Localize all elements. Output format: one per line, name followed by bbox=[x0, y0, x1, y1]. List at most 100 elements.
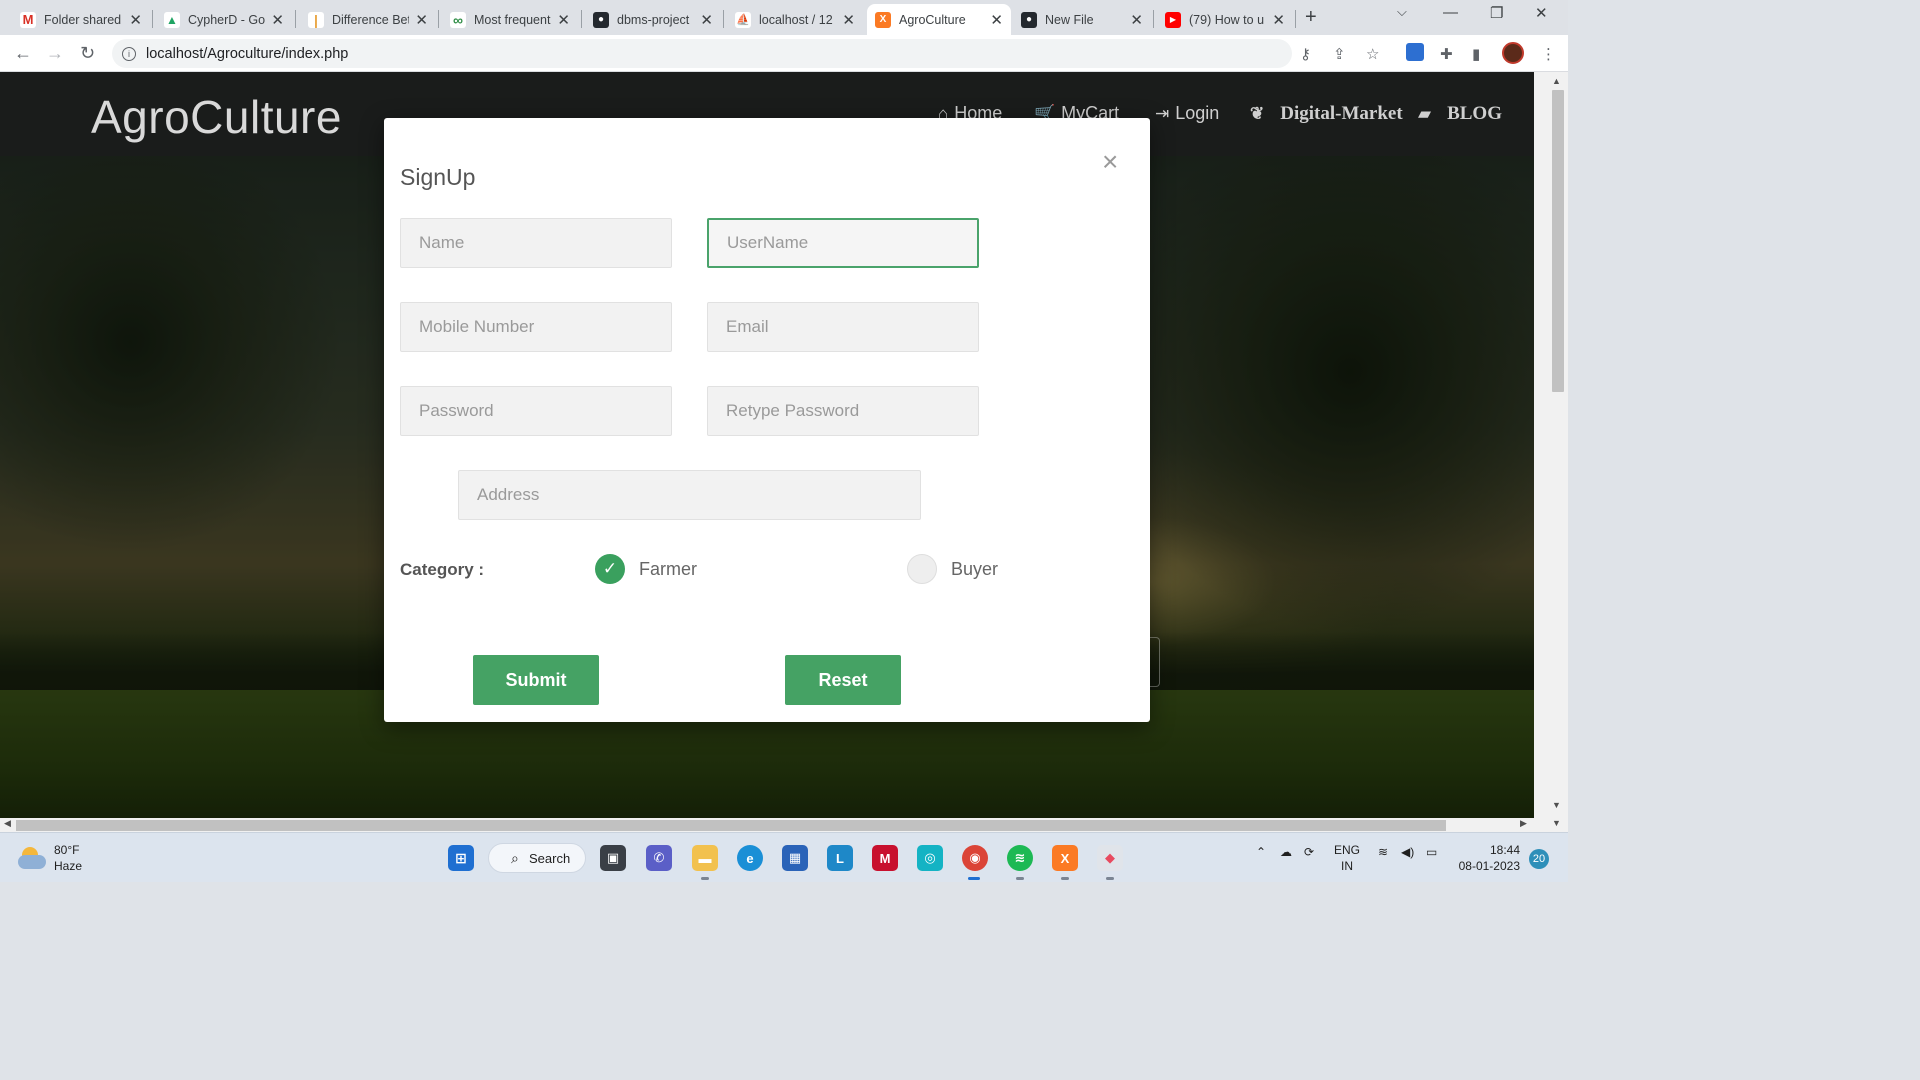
vertical-scrollbar[interactable]: ▲ ▼ ▼ bbox=[1534, 72, 1568, 832]
tab-phpmyadmin[interactable]: ⛵ localhost / 12 ✕ bbox=[727, 4, 863, 35]
spotify-icon[interactable]: ≋ bbox=[1007, 845, 1033, 871]
scroll-up-icon[interactable]: ▲ bbox=[1552, 76, 1561, 86]
forward-icon[interactable]: → bbox=[46, 43, 64, 64]
address-bar[interactable]: i localhost/Agroculture/index.php bbox=[112, 39, 1292, 68]
retype-password-input[interactable] bbox=[707, 386, 979, 436]
git-icon[interactable]: ◆ bbox=[1097, 845, 1123, 871]
tab-difference[interactable]: | Difference Bet ✕ bbox=[300, 4, 436, 35]
edge-icon[interactable]: e bbox=[737, 845, 763, 871]
bookmark-star-icon[interactable]: ☆ bbox=[1366, 45, 1379, 63]
taskbar-search[interactable]: ⌕ Search bbox=[488, 843, 586, 873]
close-tab-icon[interactable]: ✕ bbox=[415, 11, 428, 29]
restore-icon[interactable]: ❐ bbox=[1490, 4, 1503, 22]
tab-google-drive[interactable]: ▲ CypherD - Go ✕ bbox=[156, 4, 292, 35]
scroll-right-icon[interactable]: ▶ bbox=[1520, 818, 1527, 829]
category-label: Category : bbox=[400, 560, 485, 579]
volume-icon[interactable]: ◀) bbox=[1401, 845, 1414, 859]
mobile-number-input[interactable] bbox=[400, 302, 672, 352]
geeksforgeeks-icon: ∞ bbox=[450, 11, 466, 28]
vertical-scroll-thumb[interactable] bbox=[1552, 90, 1564, 392]
mcafee-icon[interactable]: M bbox=[872, 845, 898, 871]
browser-toolbar: ← → ↻ i localhost/Agroculture/index.php … bbox=[0, 35, 1568, 72]
onedrive-icon[interactable]: ☁ bbox=[1280, 845, 1292, 859]
file-explorer-icon[interactable]: ▬ bbox=[692, 845, 718, 871]
close-tab-icon[interactable]: ✕ bbox=[129, 11, 142, 29]
minimize-icon[interactable]: — bbox=[1443, 4, 1458, 21]
tab-dbms-project[interactable]: ● dbms-project ✕ bbox=[585, 4, 721, 35]
close-tab-icon[interactable]: ✕ bbox=[700, 11, 713, 29]
windows-taskbar: 80°F Haze ⊞ ⌕ Search ▣ ✆ ▬ e ▦ L M ◎ ◉ ≋… bbox=[0, 832, 1568, 882]
weather-description: Haze bbox=[54, 859, 83, 873]
extension-icon[interactable] bbox=[1406, 43, 1424, 61]
extensions-puzzle-icon[interactable]: ✚ bbox=[1440, 45, 1453, 63]
google-drive-icon: ▲ bbox=[164, 11, 180, 28]
username-input[interactable] bbox=[707, 218, 979, 268]
weather-temperature: 80°F bbox=[54, 843, 80, 857]
close-tab-icon[interactable]: ✕ bbox=[842, 11, 855, 29]
browser-menu-icon[interactable]: ⋮ bbox=[1541, 45, 1556, 63]
url-text[interactable]: localhost/Agroculture/index.php bbox=[146, 46, 348, 62]
window-close-icon[interactable]: ✕ bbox=[1535, 4, 1548, 22]
l-app-icon[interactable]: L bbox=[827, 845, 853, 871]
leaf-icon: ❦ bbox=[1250, 104, 1265, 123]
browser-tab-strip: M Folder shared ✕ ▲ CypherD - Go ✕ | Dif… bbox=[0, 0, 1568, 35]
clock[interactable]: 18:44 08-01-2023 bbox=[1456, 842, 1520, 874]
battery-icon[interactable]: ▭ bbox=[1426, 845, 1437, 859]
site-info-icon[interactable]: i bbox=[122, 46, 136, 61]
wifi-icon[interactable]: ≋ bbox=[1378, 845, 1388, 859]
tab-gmail[interactable]: M Folder shared ✕ bbox=[12, 4, 150, 35]
reload-icon[interactable]: ↻ bbox=[80, 43, 95, 64]
password-input[interactable] bbox=[400, 386, 672, 436]
teal-app-icon[interactable]: ◎ bbox=[917, 845, 943, 871]
submit-button[interactable]: Submit bbox=[473, 655, 599, 705]
new-tab-icon[interactable]: + bbox=[1305, 6, 1317, 29]
close-icon[interactable]: × bbox=[1102, 148, 1118, 176]
chrome-icon[interactable]: ◉ bbox=[962, 845, 988, 871]
partly-cloudy-icon bbox=[18, 847, 46, 869]
tab-geeksforgeeks[interactable]: ∞ Most frequent ✕ bbox=[442, 4, 578, 35]
close-tab-icon[interactable]: ✕ bbox=[271, 11, 284, 29]
sync-icon[interactable]: ⟳ bbox=[1304, 845, 1314, 859]
close-tab-icon[interactable]: ✕ bbox=[1272, 11, 1285, 29]
back-icon[interactable]: ← bbox=[14, 43, 32, 64]
teams-chat-icon[interactable]: ✆ bbox=[646, 845, 672, 871]
name-input[interactable] bbox=[400, 218, 672, 268]
key-icon[interactable]: ⚷ bbox=[1300, 45, 1311, 63]
language-indicator[interactable]: ENG IN bbox=[1334, 842, 1360, 874]
comment-icon: ▰ bbox=[1418, 104, 1432, 123]
microsoft-store-icon[interactable]: ▦ bbox=[782, 845, 808, 871]
radio-farmer[interactable]: ✓ Farmer bbox=[595, 554, 697, 584]
task-view-icon[interactable]: ▣ bbox=[600, 845, 626, 871]
nav-digital-market[interactable]: ❦ Digital-Market bbox=[1250, 103, 1403, 125]
tab-search-chevron-icon[interactable]: ⌵ bbox=[1397, 4, 1407, 20]
nav-blog[interactable]: ▰ BLOG bbox=[1418, 103, 1502, 125]
side-panel-icon[interactable]: ▮ bbox=[1472, 45, 1480, 63]
scroll-left-icon[interactable]: ◀ bbox=[4, 818, 11, 829]
horizontal-scrollbar[interactable]: ◀ ▶ bbox=[0, 818, 1534, 832]
close-tab-icon[interactable]: ✕ bbox=[1130, 11, 1143, 29]
nav-login[interactable]: ⇥ Login bbox=[1155, 103, 1219, 124]
address-input[interactable] bbox=[458, 470, 921, 520]
reset-button[interactable]: Reset bbox=[785, 655, 901, 705]
scroll-down-icon[interactable]: ▼ bbox=[1552, 800, 1561, 810]
login-icon: ⇥ bbox=[1155, 103, 1170, 123]
notification-badge[interactable]: 20 bbox=[1529, 849, 1549, 869]
xampp-taskbar-icon[interactable]: X bbox=[1052, 845, 1078, 871]
tray-chevron-icon[interactable]: ⌃ bbox=[1256, 845, 1266, 859]
horizontal-scroll-thumb[interactable] bbox=[16, 820, 1446, 831]
tab-new-file[interactable]: ● New File ✕ bbox=[1013, 4, 1151, 35]
radio-buyer[interactable]: Buyer bbox=[907, 554, 998, 584]
site-brand[interactable]: AgroCulture bbox=[91, 90, 342, 144]
close-tab-icon[interactable]: ✕ bbox=[990, 11, 1003, 29]
signup-modal: SignUp × Category : ✓ Farmer Buyer Submi… bbox=[384, 118, 1150, 722]
share-icon[interactable]: ⇪ bbox=[1333, 45, 1346, 63]
profile-avatar[interactable] bbox=[1502, 42, 1524, 64]
scroll-corner-down-icon[interactable]: ▼ bbox=[1552, 818, 1561, 828]
email-input[interactable] bbox=[707, 302, 979, 352]
tab-youtube[interactable]: ▶ (79) How to u ✕ bbox=[1157, 4, 1293, 35]
weather-widget[interactable]: 80°F Haze bbox=[18, 842, 82, 874]
radio-empty-icon bbox=[907, 554, 937, 584]
tab-agroculture[interactable]: X AgroCulture ✕ bbox=[867, 4, 1011, 35]
close-tab-icon[interactable]: ✕ bbox=[557, 11, 570, 29]
start-icon[interactable]: ⊞ bbox=[448, 845, 474, 871]
